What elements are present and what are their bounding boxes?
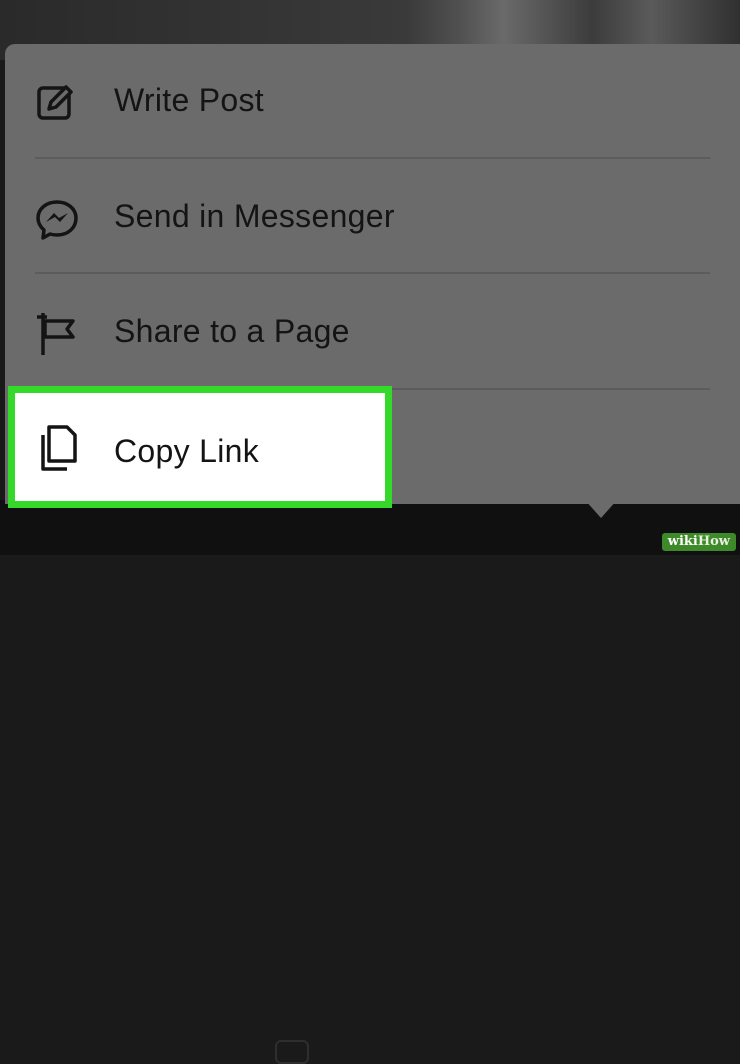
- menu-item-copy-link[interactable]: Copy Link: [8, 386, 392, 508]
- watermark-part1: wiki: [667, 534, 698, 549]
- menu-item-label: Share to a Page: [114, 313, 350, 349]
- menu-item-share-to-page[interactable]: Share to a Page: [5, 275, 740, 391]
- flag-icon: [33, 313, 81, 357]
- wikihow-watermark: wikiHow: [661, 533, 736, 551]
- divider: [35, 272, 710, 274]
- menu-item-label: Copy Link: [114, 433, 259, 469]
- bottom-toolbar: [0, 500, 740, 1064]
- menu-item-write-post[interactable]: Write Post: [5, 44, 740, 160]
- watermark-part2: How: [697, 534, 730, 549]
- menu-item-label: Send in Messenger: [114, 198, 395, 234]
- menu-item-send-in-messenger[interactable]: Send in Messenger: [5, 160, 740, 276]
- edit-icon: [33, 82, 81, 126]
- divider: [35, 157, 710, 159]
- copy-icon: [35, 423, 83, 473]
- toolbar-icon: [275, 1040, 309, 1064]
- messenger-icon: [33, 198, 81, 242]
- sheet-pointer: [585, 500, 617, 518]
- menu-item-label: Write Post: [114, 82, 264, 118]
